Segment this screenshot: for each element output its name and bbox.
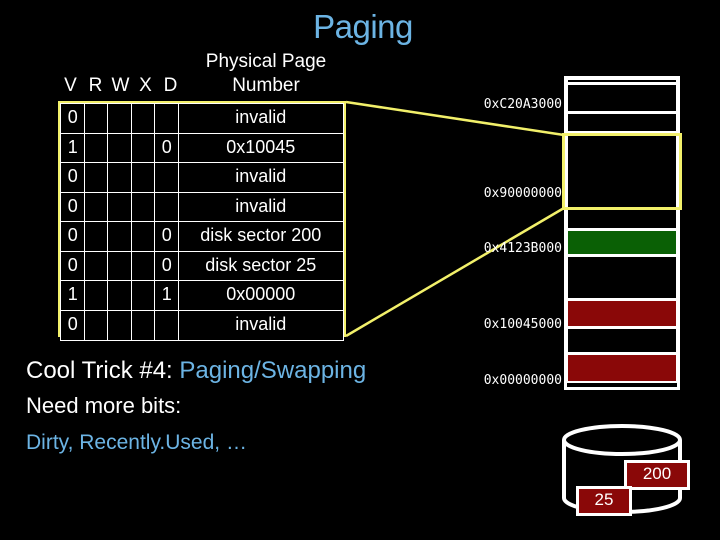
page-table-cell-dirty: 0	[154, 132, 180, 164]
ppn-header-line-2: Number	[232, 75, 300, 96]
page-table-cell-dirty: 0	[154, 250, 180, 282]
flag-header-w: W	[111, 75, 130, 96]
bullet-dirty-recently-used: Dirty, Recently.Used, …	[26, 431, 247, 454]
memory-cell-8	[566, 327, 678, 354]
bullet-need-more-bits: Need more bits:	[26, 393, 182, 418]
bullet-cool-trick: Cool Trick #4: Paging/Swapping	[26, 356, 366, 386]
page-table-row: 0 0 disk sector 200	[60, 221, 344, 253]
page-table-cell-dirty	[154, 191, 180, 223]
memory-cell-1	[566, 83, 678, 113]
page-table-cell-execute	[130, 309, 156, 341]
page-table-cell-ppn: disk sector 25	[177, 250, 344, 282]
page-table-row: 1 0 0x10045	[60, 132, 344, 164]
page-table-row: 0 invalid	[60, 309, 344, 341]
page-table-cell-write	[107, 191, 133, 223]
address-label-0: 0xC20A3000	[483, 97, 562, 112]
page-table-cell-write	[107, 280, 133, 312]
flag-header-x: X	[139, 75, 152, 96]
page-table-row: 0 invalid	[60, 191, 344, 223]
page-table-cell-execute	[130, 162, 156, 194]
disk-sector-25: 25	[576, 486, 632, 516]
flag-header-v: V	[64, 75, 77, 96]
page-table-cell-read	[83, 309, 109, 341]
page-table-cell-execute	[130, 103, 156, 135]
disk-sector-200: 200	[624, 460, 690, 490]
page-table-cell-read	[83, 162, 109, 194]
bullet-1-prefix: Cool Trick #4:	[26, 357, 180, 384]
ppn-column-header: Physical Page Number	[182, 50, 350, 98]
page-table-cell-write	[107, 250, 133, 282]
physical-memory-column	[564, 76, 680, 390]
page-table-cell-dirty: 1	[154, 280, 180, 312]
page-table-cell-execute	[130, 221, 156, 253]
page-table-cell-valid: 0	[60, 162, 86, 194]
memory-cell-red-upper	[566, 299, 678, 328]
page-table-cell-ppn: 0x00000	[177, 280, 344, 312]
page-table-row: 0 0 disk sector 25	[60, 250, 344, 282]
page-table-cell-valid: 0	[60, 191, 86, 223]
address-label-2: 0x4123B000	[483, 241, 562, 256]
page-table-row: 0 invalid	[60, 103, 344, 135]
page-table-cell-valid: 1	[60, 132, 86, 164]
page-table-cell-write	[107, 221, 133, 253]
page-table-cell-execute	[130, 280, 156, 312]
page-table-row: 1 1 0x00000	[60, 280, 344, 312]
flag-header-r: R	[88, 75, 103, 96]
page-table-cell-read	[83, 191, 109, 223]
ppn-header-line-1: Physical Page	[205, 51, 327, 72]
page-table-cell-dirty: 0	[154, 221, 180, 253]
memory-cell-green	[566, 229, 678, 256]
flag-header-d: D	[163, 75, 178, 96]
page-table-cell-ppn: invalid	[177, 103, 344, 135]
address-label-4: 0x00000000	[483, 373, 562, 388]
memory-cell-red-lower	[566, 353, 678, 383]
page-table-cell-write	[107, 132, 133, 164]
page-table-cell-ppn: invalid	[177, 309, 344, 341]
page-table-cell-execute	[130, 250, 156, 282]
page-table-cell-write	[107, 162, 133, 194]
page-table-cell-ppn: invalid	[177, 162, 344, 194]
page-table-cell-valid: 0	[60, 103, 86, 135]
address-label-3: 0x10045000	[483, 317, 562, 332]
page-table-cell-ppn: invalid	[177, 191, 344, 223]
memory-cell-4	[566, 208, 678, 230]
page-table-cell-read	[83, 103, 109, 135]
page-table-cell-valid: 0	[60, 221, 86, 253]
page-table: 0 invalid 1 0 0x10045 0 invalid 0 invalid 0 0 disk …	[58, 101, 346, 341]
slide-canvas: Paging Physical Page Number V R W X D 0i…	[0, 0, 720, 540]
page-table-cell-read	[83, 221, 109, 253]
page-table-cell-valid: 0	[60, 309, 86, 341]
page-table-cell-valid: 1	[60, 280, 86, 312]
page-table-cell-dirty	[154, 103, 180, 135]
page-table-cell-dirty	[154, 309, 180, 341]
memory-cell-6	[566, 255, 678, 300]
page-table-cell-write	[107, 309, 133, 341]
disk-illustration: 200 25	[556, 424, 690, 524]
page-table-cell-dirty	[154, 162, 180, 194]
page-table-cell-ppn: disk sector 200	[177, 221, 344, 253]
page-table-cell-read	[83, 250, 109, 282]
page-table-cell-execute	[130, 132, 156, 164]
address-label-1: 0x90000000	[483, 186, 562, 201]
page-table-cell-execute	[130, 191, 156, 223]
bullet-1-accent: Paging/Swapping	[179, 357, 367, 384]
memory-cell-2	[566, 112, 678, 133]
page-table-cell-valid: 0	[60, 250, 86, 282]
page-table-cell-read	[83, 132, 109, 164]
page-table-row: 0 invalid	[60, 162, 344, 194]
page-title: Paging	[313, 8, 413, 45]
flag-column-headers: V R W X D	[58, 74, 184, 98]
page-table-cell-ppn: 0x10045	[177, 132, 344, 164]
memory-cell-highlighted	[566, 132, 678, 209]
page-table-cell-write	[107, 103, 133, 135]
page-table-cell-read	[83, 280, 109, 312]
